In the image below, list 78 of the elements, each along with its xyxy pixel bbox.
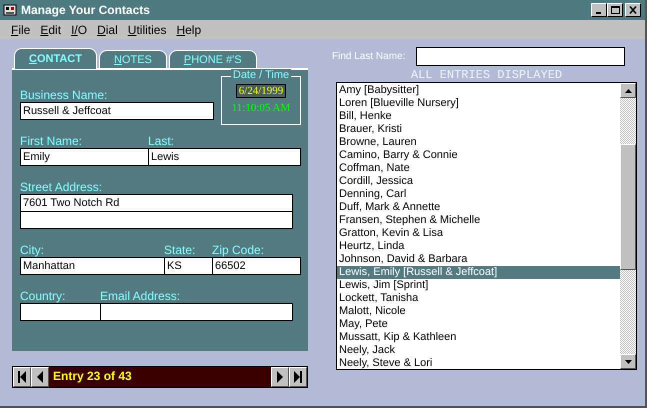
tab[interactable]: NOTES	[98, 50, 167, 68]
menu-item[interactable]: File	[6, 22, 36, 36]
field-label: Business Name:	[20, 88, 108, 102]
list-item[interactable]: Lewis, Jim [Sprint]	[337, 279, 620, 292]
search-field[interactable]	[416, 46, 625, 66]
close-icon	[629, 6, 637, 14]
list-item[interactable]: Cordill, Jessica	[337, 175, 620, 188]
first-record-button[interactable]	[13, 367, 31, 387]
input-field[interactable]: Emily	[20, 148, 149, 166]
minimize-button[interactable]	[591, 3, 607, 17]
input-field[interactable]: 66502	[212, 257, 301, 275]
time-display: 11:10:05 AM	[232, 102, 290, 114]
field-label: State:	[164, 243, 196, 257]
input-field[interactable]	[100, 303, 293, 321]
list-item[interactable]: Fransen, Stephen & Michelle	[337, 214, 620, 227]
record-counter: Entry 23 of 43	[52, 368, 133, 385]
field-label: Zip Code:	[212, 243, 266, 257]
list-item[interactable]: Amy [Babysitter]	[337, 84, 620, 97]
list-item[interactable]: Loren [Blueville Nursery]	[337, 97, 620, 110]
list-item[interactable]: Mussatt, Kip & Kathleen	[337, 331, 620, 344]
app-icon	[3, 3, 17, 17]
field-label: Street Address:	[20, 180, 104, 194]
maximize-button[interactable]	[607, 3, 623, 17]
up-triangle-icon	[624, 88, 632, 92]
menu-item[interactable]: Dial	[92, 22, 123, 36]
previous-record-button[interactable]	[31, 367, 49, 387]
menu-item[interactable]: I/O	[66, 22, 92, 36]
scrollbar[interactable]	[620, 83, 636, 369]
list-item[interactable]: Bill, Henke	[337, 110, 620, 123]
list-item[interactable]: Lockett, Tanisha	[337, 292, 620, 305]
last-record-button[interactable]	[289, 367, 307, 387]
window-title: Manage Your Contacts	[21, 3, 151, 17]
input-field[interactable]	[20, 303, 101, 321]
field-label: Last:	[148, 134, 176, 148]
list-item[interactable]: Browne, Lauren	[337, 136, 620, 149]
date-display: 6/24/1999	[236, 84, 286, 98]
field-label: Find Last Name:	[332, 50, 406, 62]
skip-last-icon	[294, 371, 302, 383]
input-field[interactable]: Russell & Jeffcoat	[20, 102, 214, 120]
list-item[interactable]: May, Pete	[337, 318, 620, 331]
list-heading: ALL ENTRIES DISPLAYED	[410, 68, 564, 82]
list-item[interactable]: Heurtz, Linda	[337, 240, 620, 253]
close-button[interactable]	[625, 3, 641, 17]
list-item[interactable]: Brauer, Kristi	[337, 123, 620, 136]
list-item[interactable]: Johnson, David & Barbara	[337, 253, 620, 266]
right-triangle-icon	[277, 371, 283, 383]
list-item[interactable]: Malott, Nicole	[337, 305, 620, 318]
input-field[interactable]: 7601 Two Notch Rd	[20, 194, 293, 229]
field-label: Country:	[20, 289, 66, 303]
menu-item[interactable]: Utilities	[122, 22, 172, 36]
scroll-thumb[interactable]	[620, 144, 636, 270]
input-field[interactable]: Manhattan	[20, 257, 165, 275]
field-label: City:	[20, 243, 45, 257]
tab[interactable]: CONTACT	[14, 48, 97, 69]
list-item[interactable]: Lewis, Emily [Russell & Jeffcoat]	[337, 266, 620, 279]
left-triangle-icon	[37, 371, 43, 383]
field-label: Email Address:	[100, 289, 182, 303]
skip-first-icon	[18, 371, 26, 383]
scroll-down-button[interactable]	[620, 354, 636, 369]
maximize-icon	[611, 6, 620, 14]
list-item[interactable]: Gratton, Kevin & Lisa	[337, 227, 620, 240]
minimize-icon	[596, 12, 601, 14]
next-record-button[interactable]	[271, 367, 289, 387]
list-item[interactable]: Neely, Steve & Lori	[337, 357, 620, 369]
input-field[interactable]: KS	[164, 257, 213, 275]
input-field[interactable]: Lewis	[148, 148, 301, 166]
list-item[interactable]: Denning, Carl	[337, 188, 620, 201]
scroll-up-button[interactable]	[620, 83, 636, 98]
group-label: Date / Time	[230, 69, 292, 81]
list-item[interactable]: Coffman, Nate	[337, 162, 620, 175]
field-label: First Name:	[20, 134, 84, 148]
list-item[interactable]: Duff, Mark & Annette	[337, 201, 620, 214]
down-triangle-icon	[624, 360, 632, 364]
menu-item[interactable]: Help	[171, 22, 206, 36]
menu-item[interactable]: Edit	[35, 22, 66, 36]
tab[interactable]: PHONE #'S	[168, 50, 257, 68]
list-item[interactable]: Camino, Barry & Connie	[337, 149, 620, 162]
list-item[interactable]: Neely, Jack	[337, 344, 620, 357]
